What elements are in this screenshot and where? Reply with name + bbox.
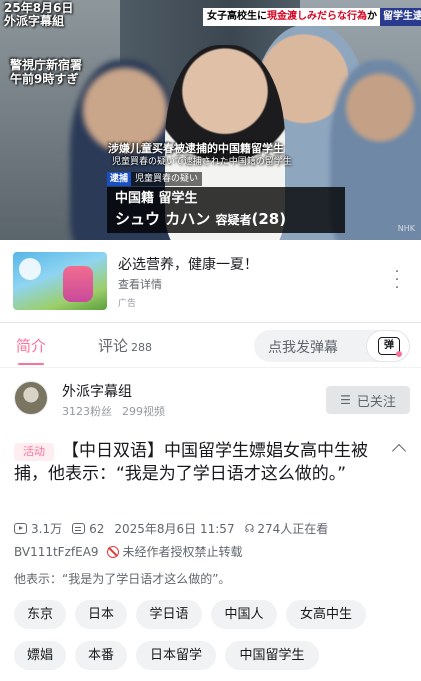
video-description: 他表示：“我是为了学日语才这么做的”。 — [14, 572, 231, 586]
danmaku-input[interactable]: 点我发弹幕 弹 — [254, 330, 410, 362]
uploader-stats: 3123粉丝 299视频 — [62, 403, 165, 419]
video-time-caption: 午前9時すぎ — [10, 72, 79, 86]
tag-chip[interactable]: 中国人 — [211, 600, 277, 629]
watching-people-icon: ☊ — [244, 522, 255, 535]
danmaku-toggle-button[interactable]: 弹 — [366, 330, 410, 362]
headline-text-red: 現金渡しみだらな行為 — [267, 11, 367, 22]
video-subtitle-chinese: 涉嫌儿童买春被逮捕的中国籍留学生 — [108, 142, 284, 155]
suspect-name: シュウ カハン 容疑者(28) — [115, 208, 337, 231]
ad-product-image — [63, 266, 93, 302]
tag-chip[interactable]: 日本 — [75, 600, 127, 629]
uploader-avatar[interactable] — [14, 381, 48, 415]
arrest-badge: 逮捕 — [107, 172, 132, 186]
suspect-title: 容疑者 — [215, 213, 252, 227]
ad-title[interactable]: 必选营养，健康一夏！ — [118, 254, 258, 274]
video-arrest-label: 逮捕 児童買春の疑い — [107, 172, 203, 186]
uploader-videos: 299视频 — [122, 405, 165, 418]
tag-chip[interactable]: 本番 — [75, 641, 127, 670]
video-subtitle-japanese: 児童買春の疑いで逮捕された中国籍の留学生 — [112, 157, 292, 167]
comment-count: 288 — [131, 341, 153, 354]
menu-icon: ☰ — [340, 393, 351, 407]
video-channel-caption: 外派字幕組 — [4, 14, 65, 28]
video-location-caption: 警視庁新宿署 — [10, 58, 83, 72]
tab-intro[interactable]: 简介 — [16, 335, 46, 356]
video-suspect-namebox: 中国籍 留学生 シュウ カハン 容疑者(28) — [107, 187, 345, 233]
tag-chip[interactable]: 嫖娼 — [14, 641, 66, 670]
view-count: 3.1万 — [31, 522, 63, 536]
suspect-age: (28) — [251, 210, 287, 228]
no-repost-icon — [106, 545, 119, 558]
ad-logo — [19, 258, 41, 280]
ad-detail-link[interactable]: 查看详情 — [118, 276, 162, 292]
play-count-icon — [14, 523, 27, 534]
tag-chip[interactable]: 日本留学 — [136, 641, 216, 670]
video-stats-row: 3.1万 62 2025年8月6日 11:57 ☊ 274人正在看 — [14, 520, 328, 537]
suspect-nationality: 中国籍 留学生 — [115, 191, 198, 206]
danmaku-icon: 弹 — [378, 337, 402, 357]
video-title: 【中日双语】中国留学生嫖娼女高中生被捕，他表示：“我是为了学日语才这么做的。” — [14, 441, 368, 484]
video-watermark: NHK — [397, 224, 415, 233]
uploader-fans: 3123粉丝 — [62, 405, 112, 418]
tag-chip[interactable]: 女高中生 — [286, 600, 366, 629]
tab-active-indicator — [18, 363, 44, 365]
video-news-headline: 女子高校生に 現金渡しみだらな行為 か 留学生逮捕 — [203, 8, 421, 26]
chevron-up-icon[interactable] — [391, 443, 407, 459]
uploader-name[interactable]: 外派字幕组 — [62, 381, 132, 401]
tag-chip[interactable]: 东京 — [14, 600, 66, 629]
ad-thumbnail[interactable] — [13, 252, 107, 310]
arrest-reason: 児童買春の疑い — [131, 172, 203, 186]
more-vertical-icon[interactable]: · · · — [391, 265, 403, 295]
divider — [0, 367, 421, 368]
tag-chip[interactable]: 学日语 — [136, 600, 202, 629]
headline-text-post: か — [367, 11, 377, 22]
tab-bar: 简介 评论 288 点我发弹幕 弹 — [0, 323, 421, 367]
danmaku-count: 62 — [89, 521, 105, 536]
watching-count: 274人正在看 — [257, 522, 329, 536]
follow-button[interactable]: ☰ 已关注 — [326, 386, 410, 414]
danmaku-count-icon — [72, 523, 86, 534]
video-id-row: BV111tFzfEA9 未经作者授权禁止转载 — [14, 543, 243, 560]
ad-banner[interactable]: 必选营养，健康一夏！ 查看详情 广告 · · · — [0, 240, 421, 322]
follow-label: 已关注 — [356, 394, 396, 410]
headline-tag: 留学生逮捕 — [380, 8, 421, 26]
video-player[interactable]: 25年8月6日 外派字幕組 警視庁新宿署 午前9時すぎ 女子高校生に 現金渡しみ… — [0, 0, 421, 240]
ad-label: 广告 — [118, 299, 137, 309]
headline-text-pre: 女子高校生に — [207, 11, 267, 22]
suspect-name-main: シュウ カハン — [115, 210, 216, 228]
copyright-notice: 未经作者授权禁止转载 — [122, 545, 243, 559]
danmaku-placeholder: 点我发弹幕 — [268, 340, 338, 356]
tab-comments[interactable]: 评论 288 — [98, 335, 152, 356]
bvid[interactable]: BV111tFzfEA9 — [14, 545, 99, 559]
tag-chip[interactable]: 中国留学生 — [225, 641, 319, 670]
tab-comments-label: 评论 — [98, 337, 129, 355]
publish-time: 2025年8月6日 11:57 — [114, 522, 235, 536]
